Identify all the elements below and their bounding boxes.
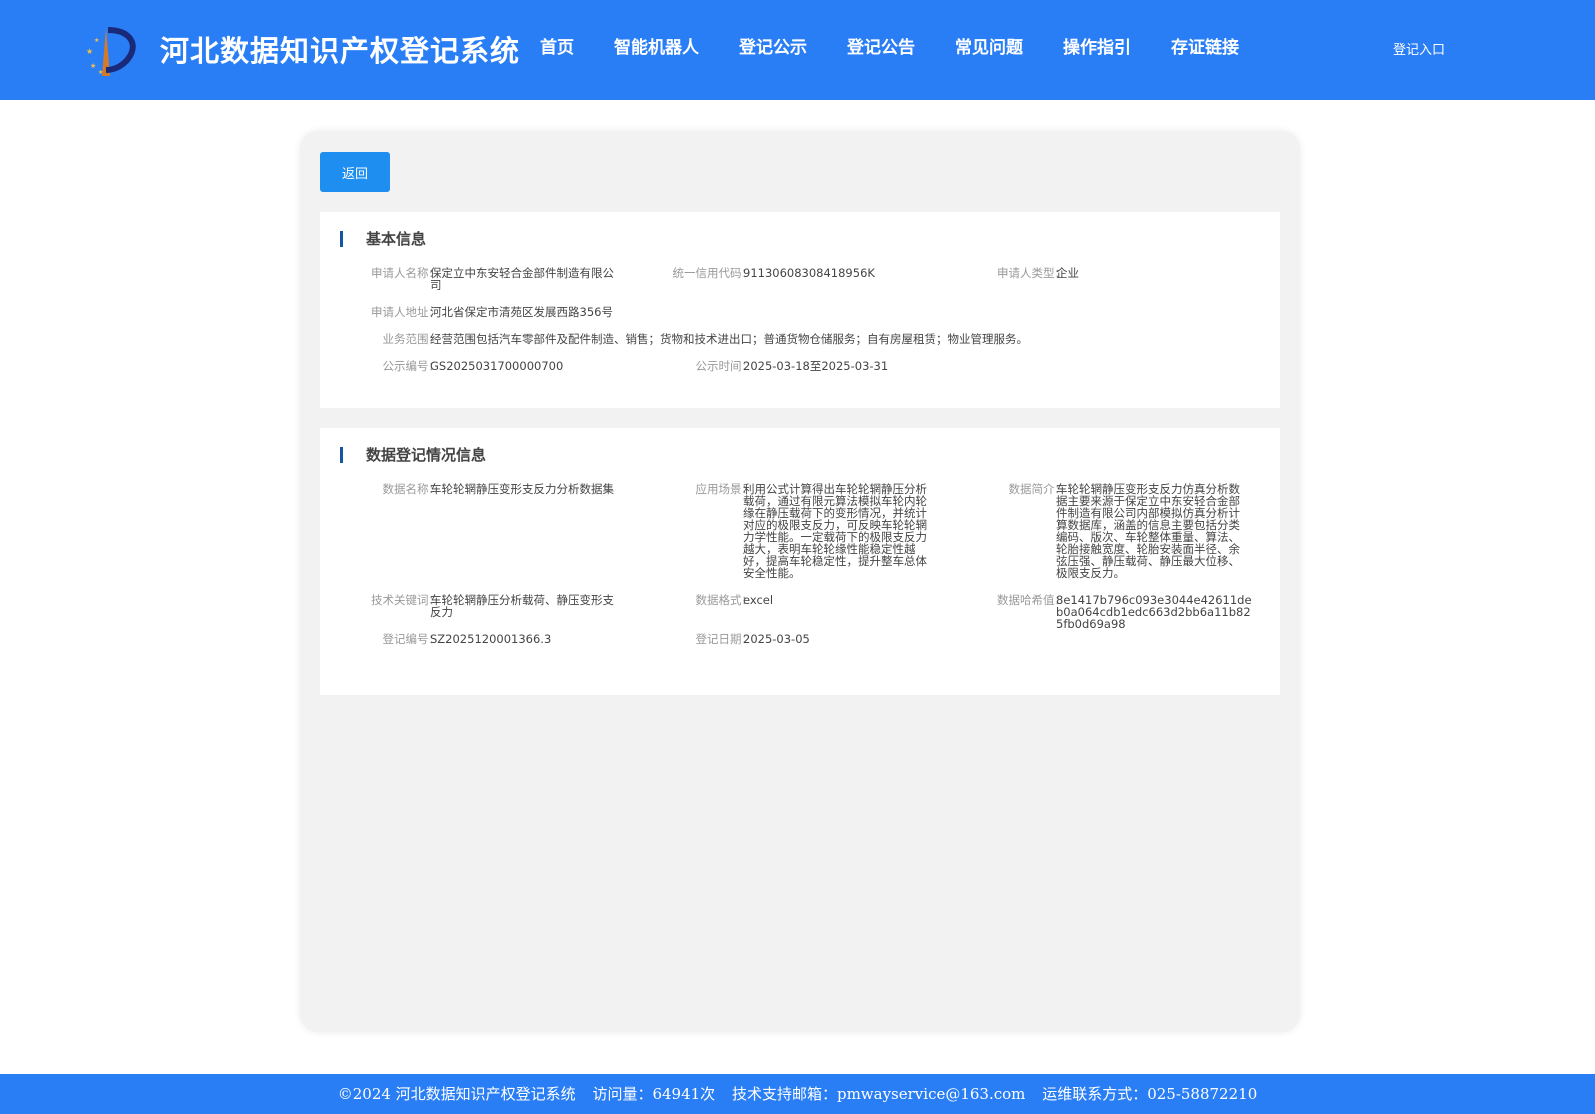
nav-registration-publicity[interactable]: 登记公示 [739,33,807,58]
basic-info-card: 基本信息 申请人名称： 保定立中东安轻合金部件制造有限公司 统一信用代码： 91… [320,212,1280,408]
field-value: excel [743,593,774,607]
field-label: 技术关键词： [371,593,440,607]
detail-panel: 返回 基本信息 申请人名称： 保定立中东安轻合金部件制造有限公司 统一信用代码：… [300,131,1300,1032]
footer-copyright: ©2024 河北数据知识产权登记系统 [337,1085,576,1103]
footer: ©2024 河北数据知识产权登记系统 访问量：64941次 技术支持邮箱：pmw… [0,1074,1595,1114]
nav-faq[interactable]: 常见问题 [955,33,1023,58]
field-label: 公示编号： [382,359,441,373]
login-link[interactable]: 登记入口 [1393,39,1445,58]
field-value: 2025-03-18至2025-03-31 [743,359,889,373]
field-label: 公示时间： [695,359,754,373]
svg-text:★: ★ [86,47,93,56]
footer-support-email: 技术支持邮箱：pmwayservice@163.com [731,1085,1026,1103]
nav-robot[interactable]: 智能机器人 [614,33,699,58]
nav-home[interactable]: 首页 [540,33,574,58]
field-label: 业务范围： [382,332,441,346]
field-label: 数据哈希值： [997,593,1066,607]
nav-guide[interactable]: 操作指引 [1063,33,1131,58]
footer-ops-phone: 运维联系方式：025-58872210 [1042,1085,1258,1103]
field-value: 企业 [1056,266,1079,280]
main-nav: 首页 智能机器人 登记公示 登记公告 常见问题 操作指引 存证链接 [520,33,1259,58]
field-label: 应用场景： [695,482,754,496]
field-label: 统一信用代码： [672,266,754,280]
back-button[interactable]: 返回 [320,152,390,192]
field-label: 数据简介： [1008,482,1067,496]
field-label: 数据名称： [382,482,441,496]
field-value: 河北省保定市清苑区发展西路356号 [430,305,613,319]
field-value: SZ2025120001366.3 [430,632,552,646]
svg-text:★: ★ [98,69,103,76]
section-title: 数据登记情况信息 [340,447,486,463]
logo-icon: ★ ★ ★ ★ [86,27,136,76]
field-value: 利用公式计算得出车轮轮辋静压分析载荷，通过有限元算法模拟车轮内轮缘在静压载荷下的… [743,482,927,580]
field-label: 登记编号： [382,632,441,646]
site-title: 河北数据知识产权登记系统 [160,34,521,68]
field-label: 申请人名称： [371,266,440,280]
field-value: 2025-03-05 [743,632,810,646]
field-label: 登记日期： [695,632,754,646]
nav-registration-announcement[interactable]: 登记公告 [847,33,915,58]
field-value: 保定立中东安轻合金部件制造有限公司 [430,266,614,292]
field-value: 经营范围包括汽车零部件及配件制造、销售；货物和技术进出口；普通货物仓储服务；自有… [430,332,1028,346]
data-registration-card: 数据登记情况信息 数据名称： 车轮轮辋静压变形支反力分析数据集 应用场景： 利用… [320,428,1280,695]
svg-text:★: ★ [90,62,96,70]
field-label: 申请人地址： [371,305,440,319]
footer-visits: 访问量：64941次 [592,1085,716,1103]
field-value: 车轮轮辋静压变形支反力分析数据集 [430,482,614,496]
field-value: 8e1417b796c093e3044e42611deb0a064cdb1edc… [1056,593,1252,631]
field-value: 车轮轮辋静压变形支反力仿真分析数据主要来源于保定立中东安轻合金部件制造有限公司内… [1056,482,1240,580]
field-value: 91130608308418956K [743,266,875,280]
field-label: 数据格式： [695,593,754,607]
field-value: GS2025031700000700 [430,359,564,373]
section-title: 基本信息 [340,231,426,247]
top-navbar: ★ ★ ★ ★ 河北数据知识产权登记系统 首页 智能机器人 登记公示 登记公告 … [0,0,1595,100]
field-label: 申请人类型： [997,266,1066,280]
svg-text:★: ★ [94,37,99,44]
field-value: 车轮轮辋静压分析载荷、静压变形支反力 [430,593,614,619]
nav-evidence-link[interactable]: 存证链接 [1171,33,1239,58]
